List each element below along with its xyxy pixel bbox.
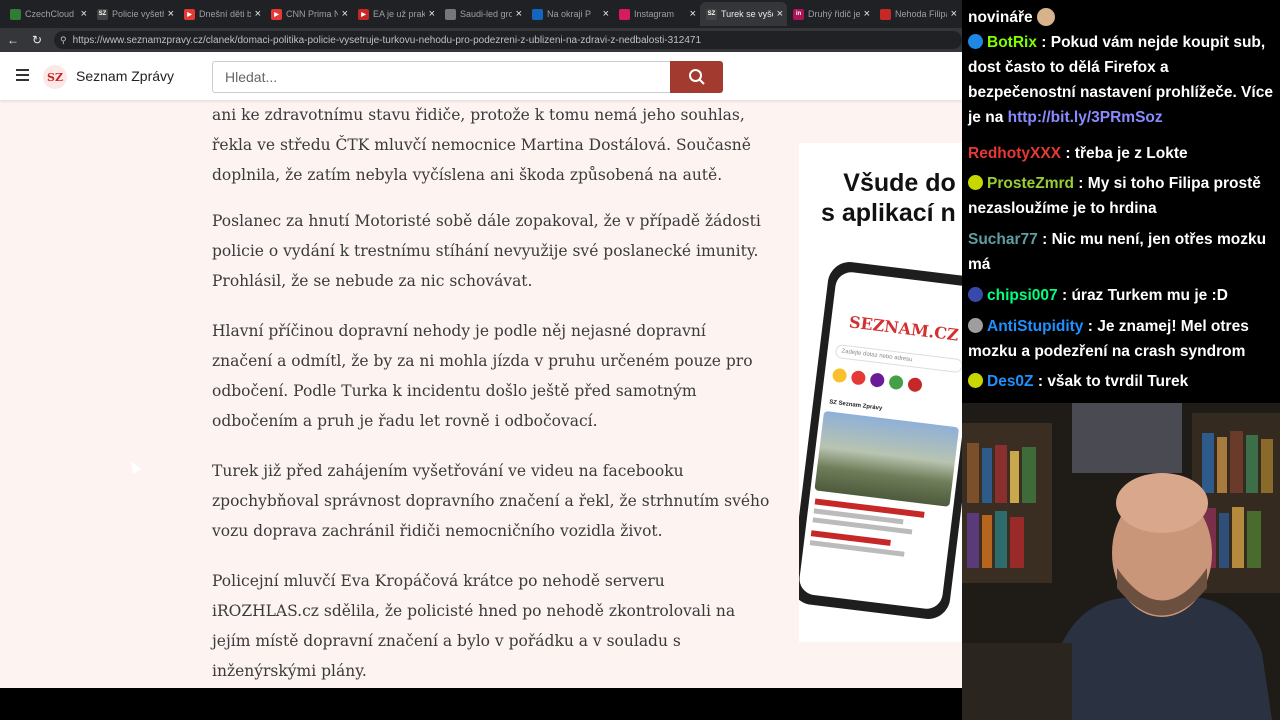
tab-close-icon[interactable]: ×	[603, 8, 609, 20]
tab-close-icon[interactable]: ×	[81, 8, 87, 20]
search-input[interactable]: Hledat...	[212, 61, 670, 93]
site-header: SZ Seznam Zprávy Hledat...	[0, 52, 962, 100]
browser-tab[interactable]: ▶ EA je už prak ×	[352, 2, 439, 26]
tab-favicon-icon	[619, 8, 630, 20]
tab-favicon-icon: SZ	[97, 8, 108, 20]
advert-banner[interactable]: Všude do s aplikací n SEZNAM.CZ Zadejte …	[799, 143, 962, 642]
browser-tab[interactable]: ▶ CNN Prima N ×	[265, 2, 352, 26]
tab-title: EA je už prak	[373, 9, 425, 19]
chat-message-partial: novináře	[968, 5, 1280, 30]
tab-favicon-icon: ▶	[358, 8, 369, 20]
chat-username[interactable]: Des0Z	[987, 373, 1034, 390]
chat-text: však to tvrdil Turek	[1047, 373, 1189, 390]
chat-username[interactable]: AntiStupidity	[987, 318, 1083, 335]
url-text: https://www.seznamzpravy.cz/clanek/domac…	[72, 34, 702, 46]
tab-close-icon[interactable]: ×	[951, 8, 957, 20]
tab-title: CzechCloud	[25, 9, 75, 19]
chat-username[interactable]: RedhotyXXX	[968, 145, 1061, 162]
chat-text: třeba je z Lokte	[1074, 145, 1188, 162]
search-button[interactable]	[670, 61, 723, 93]
tab-title: Turek se vyše	[721, 9, 773, 19]
webcam-feed	[962, 403, 1280, 720]
chat-badge-icon	[968, 175, 983, 190]
tab-strip: CzechCloud × SZ Policie vyšetř × ▶ Dnešní děti…	[0, 0, 962, 28]
chat-badge-icon	[968, 34, 983, 49]
search-icon	[688, 69, 705, 85]
tab-favicon-icon: ▶	[271, 8, 282, 20]
tab-close-icon[interactable]: ×	[342, 8, 348, 20]
article-body: ani ke zdravotnímu stavu řidiče, protože…	[0, 100, 962, 688]
tab-title: Instagram	[634, 9, 675, 19]
chat-text: úraz Turkem mu je :D	[1071, 287, 1228, 304]
article-paragraph: Policejní mluvčí Eva Kropáčová krátce po…	[212, 572, 736, 680]
tab-title: Nehoda Filipa	[895, 9, 947, 19]
tab-favicon-icon: ▶	[184, 8, 195, 20]
browser-tab[interactable]: in Druhý řidič je ×	[787, 2, 874, 26]
tab-favicon-icon	[880, 8, 891, 20]
browser-tab[interactable]: SZ Turek se vyše ×	[700, 2, 787, 26]
tab-close-icon[interactable]: ×	[690, 8, 696, 20]
tab-favicon-icon: SZ	[706, 8, 717, 20]
chat-message: BotRix : Pokud vám nejde koupit sub, dos…	[968, 34, 1273, 126]
site-brand[interactable]: Seznam Zprávy	[76, 68, 174, 84]
browser-tab[interactable]: Na okraji P ×	[526, 2, 613, 26]
chat-badge-icon	[968, 318, 983, 333]
web-page: SZ Seznam Zprávy Hledat... ani ke zdravo…	[0, 52, 962, 688]
chat-message: chipsi007 : úraz Turkem mu je :D	[968, 283, 1280, 308]
browser-tab[interactable]: Saudi-led gro ×	[439, 2, 526, 26]
tab-title: Dnešní děti b	[199, 9, 251, 19]
webcam-image	[962, 403, 1280, 720]
chat-message: Suchar77 : Nic mu není, jen otřes mozku …	[968, 231, 1267, 273]
chat-username[interactable]: Suchar77	[968, 231, 1038, 248]
chat-message: RedhotyXXX : třeba je z Lokte	[968, 145, 1188, 162]
phone-search: Zadejte dotaz nebo adresu	[834, 343, 962, 374]
article-paragraph: Turek již před zahájením vyšetřování ve …	[212, 462, 770, 540]
chat-message: AntiStupidity : Je znamej! Mel otres moz…	[968, 318, 1249, 360]
chat-badge-icon	[968, 287, 983, 302]
tab-title: Saudi-led gro	[460, 9, 512, 19]
tab-favicon-icon	[532, 8, 543, 20]
chat-message: Des0Z : však to tvrdil Turek	[968, 369, 1280, 394]
article-paragraph: ani ke zdravotnímu stavu řidiče, protože…	[212, 106, 751, 184]
tab-close-icon[interactable]: ×	[777, 8, 783, 20]
reload-icon[interactable]: ↻	[30, 33, 44, 47]
browser-tab[interactable]: ▶ Dnešní děti b ×	[178, 2, 265, 26]
stream-chat: novináře BotRix : Pokud vám nejde koupit…	[962, 0, 1280, 403]
tab-close-icon[interactable]: ×	[255, 8, 261, 20]
tab-title: CNN Prima N	[286, 9, 338, 19]
tab-title: Na okraji P	[547, 9, 592, 19]
browser-tab[interactable]: SZ Policie vyšetř ×	[91, 2, 178, 26]
chat-username[interactable]: BotRix	[987, 34, 1037, 51]
menu-icon[interactable]	[16, 69, 29, 81]
advert-headline: Všude do s aplikací n	[821, 169, 956, 227]
site-logo[interactable]: SZ	[43, 65, 67, 89]
back-icon[interactable]: ←	[6, 33, 20, 47]
browser-window: CzechCloud × SZ Policie vyšetř × ▶ Dnešní děti…	[0, 0, 962, 688]
tab-close-icon[interactable]: ×	[516, 8, 522, 20]
article-paragraph: Poslanec za hnutí Motoristé sobě dále zo…	[212, 212, 761, 290]
browser-tab[interactable]: Nehoda Filipa ×	[874, 2, 961, 26]
chat-link[interactable]: http://bit.ly/3PRmSoz	[1008, 109, 1163, 126]
chat-badge-icon	[968, 373, 983, 388]
browser-tab[interactable]: Instagram ×	[613, 2, 700, 26]
tab-favicon-icon	[10, 8, 21, 20]
article-paragraph: Hlavní příčinou dopravní nehody je podle…	[212, 322, 753, 430]
url-field[interactable]: ⚲ https://www.seznamzpravy.cz/clanek/dom…	[54, 31, 962, 49]
tab-close-icon[interactable]: ×	[168, 8, 174, 20]
tab-close-icon[interactable]: ×	[429, 8, 435, 20]
chat-username[interactable]: ProsteZmrd	[987, 175, 1074, 192]
phone-image: SEZNAM.CZ Zadejte dotaz nebo adresu SZ S…	[799, 259, 962, 622]
tab-title: Policie vyšetř	[112, 9, 164, 19]
chat-message: ProsteZmrd : My si toho Filipa prostě ne…	[968, 175, 1261, 217]
tab-title: Druhý řidič je	[808, 9, 860, 19]
phone-brand: SEZNAM.CZ	[848, 312, 960, 345]
chat-username[interactable]: chipsi007	[987, 287, 1058, 304]
address-bar: ← ↻ ⚲ https://www.seznamzpravy.cz/clanek…	[0, 28, 962, 52]
browser-tab[interactable]: CzechCloud ×	[4, 2, 91, 26]
tab-close-icon[interactable]: ×	[864, 8, 870, 20]
tab-favicon-icon: in	[793, 8, 804, 20]
site-info-icon[interactable]: ⚲	[60, 35, 67, 46]
tab-favicon-icon	[445, 8, 456, 20]
